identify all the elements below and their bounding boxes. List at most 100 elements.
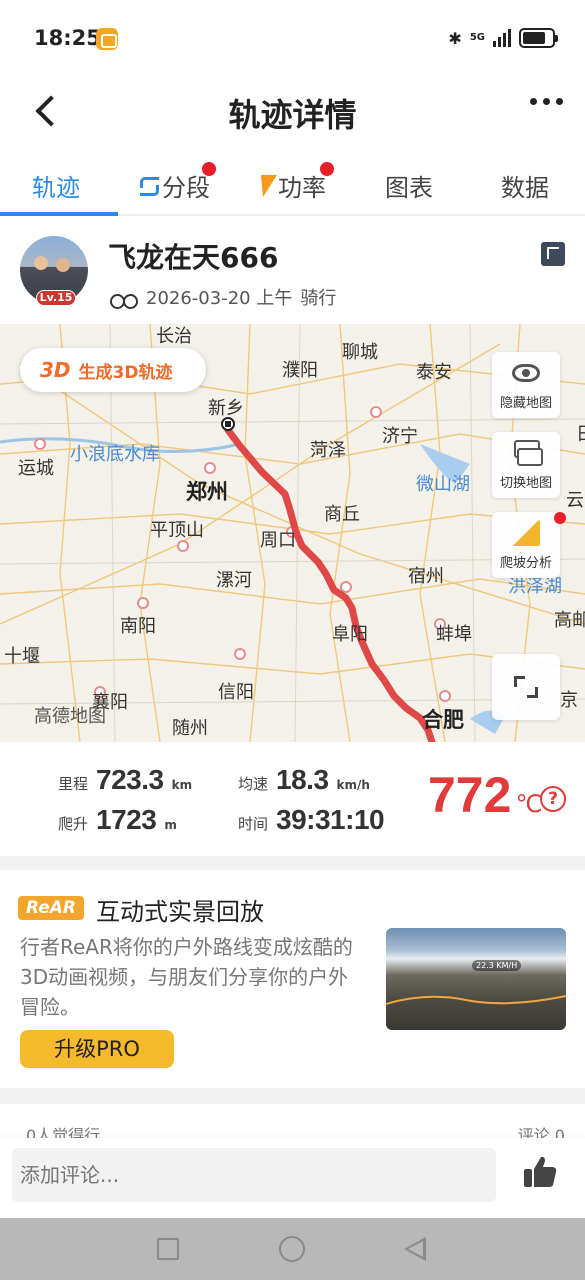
map-label: 运城 <box>18 458 54 479</box>
map-label: 济宁 <box>382 426 418 447</box>
generate-3d-label: 生成3D轨迹 <box>78 362 173 383</box>
status-bar: 18:25 ✱ 5G <box>0 0 585 78</box>
map-label: 小浪底水库 <box>70 444 160 465</box>
tab-power-dot <box>320 162 334 176</box>
tab-active-indicator <box>0 212 118 216</box>
tab-charts-label: 图表 <box>385 174 433 202</box>
thumbnail-route <box>386 995 566 1005</box>
flag-icon[interactable] <box>541 242 565 266</box>
map-label: 平顶山 <box>150 520 204 541</box>
temperature-unit: ℃ <box>515 790 543 818</box>
tab-power-label: 功率 <box>278 174 326 202</box>
map-label: 漯河 <box>216 570 252 591</box>
map-label: 云 <box>566 490 584 511</box>
activity-date: 2026-03-20 上午 <box>146 288 293 309</box>
bike-icon <box>110 288 138 309</box>
fullscreen-button[interactable] <box>492 654 560 720</box>
system-nav-bar <box>0 1218 585 1280</box>
stat-distance-unit: km <box>171 778 193 792</box>
stat-avg-speed-label: 均速 <box>238 775 269 793</box>
tab-data[interactable]: 数据 <box>501 168 549 203</box>
more-dots-icon[interactable] <box>530 98 563 105</box>
segment-icon <box>138 176 159 196</box>
climb-analysis-button[interactable]: 爬坡分析 <box>492 512 566 578</box>
layers-icon <box>512 440 543 466</box>
map-label: 郑州 <box>186 480 228 504</box>
ride-stats: 里程 723.3 km 均速 18.3 km/h 爬升 1723 m 时间 39… <box>0 742 585 854</box>
profile-header: Lv.15 飞龙在天666 2026-03-20 上午 骑行 <box>0 222 585 324</box>
climb-analysis-label: 爬坡分析 <box>499 556 552 571</box>
3d-badge: 3D <box>40 358 71 382</box>
slope-icon <box>512 520 540 546</box>
activity-type: 骑行 <box>300 288 337 309</box>
bluetooth-icon: ✱ <box>448 28 462 48</box>
promo-thumbnail[interactable]: 22.3 KM/H <box>386 928 566 1030</box>
signal-icon <box>493 29 511 47</box>
map-label: 蚌埠 <box>436 624 472 645</box>
map-label: 阜阳 <box>332 624 368 645</box>
username[interactable]: 飞龙在天666 <box>108 236 278 276</box>
help-icon[interactable]: ? <box>540 786 566 812</box>
level-badge: Lv.15 <box>36 290 76 306</box>
map-label: 周口 <box>260 530 296 551</box>
map-label: 长治 <box>156 326 192 347</box>
page-title: 轨迹详情 <box>228 96 357 134</box>
stat-time-label: 时间 <box>238 815 269 833</box>
map-label: 南阳 <box>120 616 156 637</box>
stat-climb-label: 爬升 <box>58 815 89 833</box>
tab-segments[interactable]: 分段 <box>138 168 210 203</box>
section-divider <box>0 1088 585 1104</box>
stat-distance-label: 里程 <box>58 775 89 793</box>
rear-badge: ReAR <box>18 896 84 920</box>
tab-power[interactable]: 功率 <box>255 168 326 203</box>
upgrade-pro-button[interactable]: 升级PRO <box>20 1030 174 1068</box>
map-provider-logo: 高德地图 <box>34 706 106 727</box>
lightning-icon <box>255 174 277 197</box>
generate-3d-track-button[interactable]: 3D 生成3D轨迹 <box>20 348 206 392</box>
switch-map-label: 切换地图 <box>499 476 552 491</box>
tab-track-label: 轨迹 <box>32 174 80 202</box>
stat-distance-value: 723.3 <box>96 764 164 795</box>
map-label: 日 <box>576 420 585 446</box>
activity-meta: 2026-03-20 上午 骑行 <box>110 284 336 310</box>
map-label: 泰安 <box>416 362 452 383</box>
nav-bar: 轨迹详情 <box>0 78 585 146</box>
map-label: 微山湖 <box>416 474 470 495</box>
hide-map-label: 隐藏地图 <box>499 396 552 411</box>
rear-promo-card[interactable]: ReAR 互动式实景回放 行者ReAR将你的户外路线变成炫酷的3D动画视频，与朋… <box>0 870 585 1088</box>
switch-map-button[interactable]: 切换地图 <box>492 432 560 498</box>
map-label: 信阳 <box>218 682 254 703</box>
tab-charts[interactable]: 图表 <box>385 168 433 203</box>
hide-map-button[interactable]: 隐藏地图 <box>492 352 560 418</box>
thumbnail-speed-label: 22.3 KM/H <box>472 960 522 971</box>
thumbs-up-icon[interactable] <box>522 1154 558 1190</box>
stat-climb-value: 1723 <box>96 804 157 835</box>
tab-track[interactable]: 轨迹 <box>32 168 80 203</box>
map-label: 高邮 <box>554 610 585 631</box>
map-label: 菏泽 <box>310 440 346 461</box>
map-label: 合肥 <box>422 708 464 732</box>
back-icon[interactable] <box>404 1237 426 1261</box>
battery-icon <box>519 28 558 48</box>
tab-segments-dot <box>202 162 216 176</box>
notification-dot <box>554 512 566 524</box>
stat-avg-speed-value: 18.3 <box>276 764 329 795</box>
home-icon[interactable] <box>279 1236 305 1262</box>
map-label: 聊城 <box>342 342 378 363</box>
promo-description: 行者ReAR将你的户外路线变成炫酷的3D动画视频，与朋友们分享你的户外冒险。 <box>20 935 353 1019</box>
expand-icon <box>512 674 540 700</box>
app-notification-icon <box>96 28 118 50</box>
temperature-value: 772 <box>428 767 512 823</box>
map-label: 新乡 <box>208 398 244 419</box>
map-label: 宿州 <box>408 566 444 587</box>
map-label: 濮阳 <box>282 360 318 381</box>
comment-input[interactable] <box>12 1148 496 1202</box>
section-divider <box>0 856 585 870</box>
status-time: 18:25 <box>34 26 101 50</box>
map-label: 随州 <box>172 718 208 739</box>
route-map[interactable]: 长治 濮阳 聊城 泰安 日 新乡 小浪底水库 运城 菏泽 济宁 微山湖 郑州 商… <box>0 324 585 742</box>
map-label: 商丘 <box>324 504 360 525</box>
stat-climb-unit: m <box>164 818 177 832</box>
tab-bar: 轨迹 分段 功率 图表 数据 <box>0 154 585 216</box>
recent-apps-icon[interactable] <box>157 1238 179 1260</box>
